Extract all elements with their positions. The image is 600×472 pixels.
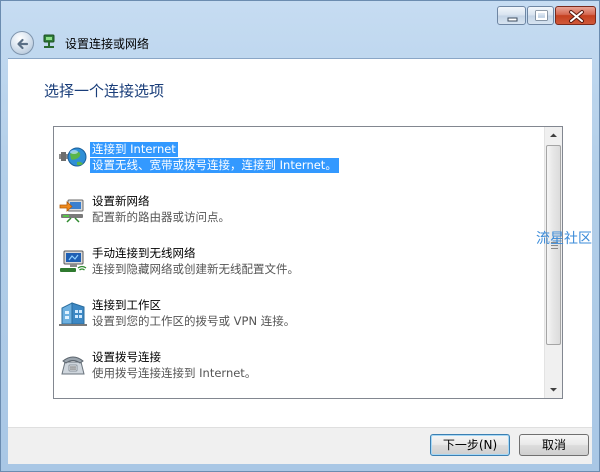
globe-internet-icon (59, 147, 87, 167)
option-description: 设置到您的工作区的拨号或 VPN 连接。 (92, 314, 296, 328)
option-title: 连接到工作区 (92, 298, 161, 312)
scroll-down-button[interactable] (545, 381, 562, 398)
option-description: 使用拨号连接连接到 Internet。 (92, 366, 257, 380)
thumb-grip-line (551, 248, 558, 249)
option-manual-wireless[interactable]: 手动连接到无线网络 连接到隐藏网络或创建新无线配置文件。 (54, 234, 544, 286)
back-button[interactable] (10, 31, 34, 55)
connection-options-list[interactable]: 连接到 Internet 设置无线、宽带或拨号连接，连接到 Internet。 … (53, 126, 563, 399)
option-description: 配置新的路由器或访问点。 (92, 210, 230, 224)
close-icon (569, 10, 584, 23)
next-button[interactable]: 下一步(N) (430, 434, 510, 456)
watermark-text: 流星社区 (536, 231, 592, 247)
window-title: 设置连接或网络 (65, 37, 150, 51)
option-title: 设置新网络 (92, 194, 150, 208)
option-workplace[interactable]: 连接到工作区 设置到您的工作区的拨号或 VPN 连接。 (54, 286, 544, 338)
option-title: 设置拨号连接 (92, 350, 161, 364)
minimize-icon (507, 17, 518, 22)
scroll-up-button[interactable] (545, 127, 562, 144)
cancel-button[interactable]: 取消 (519, 434, 589, 456)
option-title: 手动连接到无线网络 (92, 246, 196, 260)
dialup-phone-icon (61, 356, 85, 375)
option-new-network[interactable]: 设置新网络 配置新的路由器或访问点。 (54, 182, 544, 234)
network-connection-icon (43, 34, 55, 48)
minimize-button[interactable] (497, 6, 526, 25)
title-bar[interactable] (0, 0, 598, 30)
option-connect-internet[interactable]: 连接到 Internet 设置无线、宽带或拨号连接，连接到 Internet。 (54, 130, 544, 182)
wireless-network-icon (60, 250, 87, 272)
option-dialup[interactable]: 设置拨号连接 使用拨号连接连接到 Internet。 (54, 338, 544, 390)
close-button[interactable] (555, 6, 596, 25)
chevron-up-icon (550, 133, 557, 137)
option-description: 设置无线、宽带或拨号连接，连接到 Internet。 (90, 158, 339, 173)
back-arrow-icon (17, 38, 29, 50)
option-title: 连接到 Internet (90, 142, 178, 157)
option-description: 连接到隐藏网络或创建新无线配置文件。 (92, 262, 299, 276)
workplace-icon (59, 302, 87, 326)
maximize-button[interactable] (527, 6, 554, 25)
page-heading: 选择一个连接选项 (44, 82, 165, 100)
vertical-scrollbar[interactable] (544, 127, 562, 398)
maximize-icon (535, 10, 548, 21)
chevron-down-icon (550, 388, 557, 392)
new-network-icon (59, 199, 84, 223)
